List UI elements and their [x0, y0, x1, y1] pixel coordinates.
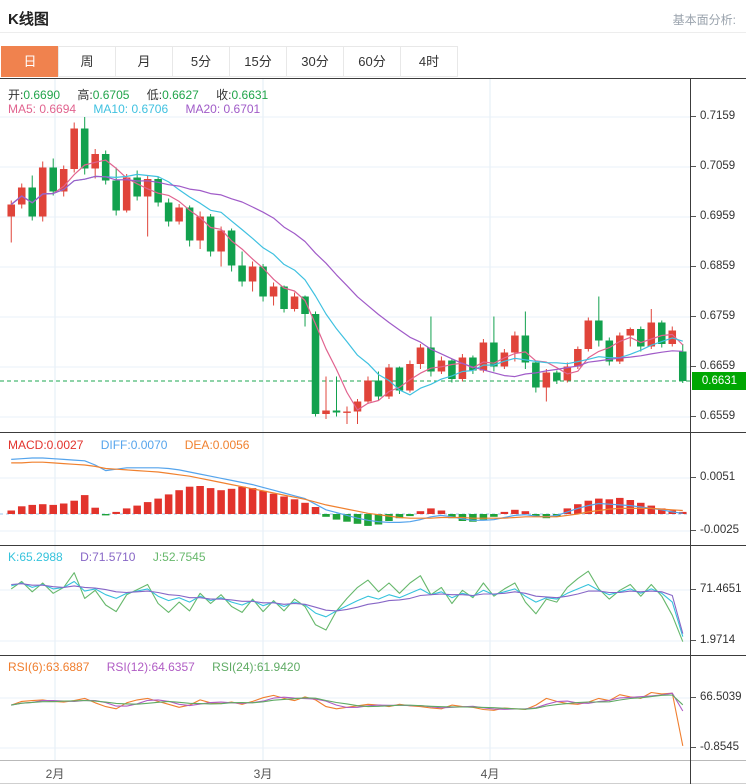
price-tick: 0.7059: [691, 159, 746, 173]
kdj-tick: 71.4651: [691, 582, 746, 596]
ohlc-legend: 开:0.6690 高:0.6705 低:0.6627 收:0.6631: [8, 86, 282, 103]
price-tick: 0.6559: [691, 409, 746, 423]
fundamental-analysis-link[interactable]: 基本面分析:: [673, 11, 736, 28]
dea-value: 0.0056: [212, 438, 250, 452]
price-tick: 0.6959: [691, 209, 746, 223]
d-value: 71.5710: [92, 550, 136, 564]
x-axis-separator: [0, 760, 746, 761]
ma20-label: MA20:: [185, 102, 221, 116]
price-tick: 0.7159: [691, 109, 746, 123]
macd-value: 0.0027: [46, 438, 84, 452]
ma10-value: 0.6706: [131, 102, 169, 116]
tab-month[interactable]: 月: [115, 46, 173, 77]
kdj-panel: [10, 570, 684, 642]
ma5-label: MA5:: [8, 102, 37, 116]
j-label: J:: [152, 550, 163, 564]
chart-area: 开:0.6690 高:0.6705 低:0.6627 收:0.6631 MA5:…: [0, 78, 746, 784]
kdj-legend: K:65.2988 D:71.5710 J:52.7545: [8, 550, 220, 564]
tab-day[interactable]: 日: [1, 46, 59, 77]
macd-legend: MACD:0.0027 DIFF:0.0070 DEA:0.0056: [8, 438, 263, 452]
rsi6-label: RSI(6):: [8, 660, 47, 674]
period-tabs: 日 周 月 5分 15分 30分 60分 4时: [1, 46, 458, 77]
dea-label: DEA:: [184, 438, 213, 452]
rsi-legend: RSI(6):63.6887 RSI(12):64.6357 RSI(24):6…: [8, 660, 314, 674]
tab-week[interactable]: 周: [58, 46, 116, 77]
tab-5min[interactable]: 5分: [172, 46, 230, 77]
tab-30min[interactable]: 30分: [286, 46, 344, 77]
k-line-chart-canvas[interactable]: [0, 78, 690, 760]
diff-value: 0.0070: [130, 438, 168, 452]
page-title: K线图: [8, 11, 49, 28]
ma20-value: 0.6701: [223, 102, 261, 116]
rsi12-value: 64.6357: [151, 660, 195, 674]
tab-15min[interactable]: 15分: [229, 46, 287, 77]
candlestick-panel: [0, 117, 690, 424]
diff-label: DIFF:: [100, 438, 131, 452]
current-price-badge: 0.6631: [692, 372, 746, 390]
y-axis-column: 0.7159 0.7059 0.6959 0.6859 0.6759 0.665…: [690, 78, 746, 784]
low-label: 低:: [146, 88, 163, 102]
header-divider: [0, 32, 746, 33]
month-label: 4月: [480, 767, 500, 781]
rsi-panel: [11, 691, 684, 747]
ma10-label: MA10:: [93, 102, 129, 116]
open-label: 开:: [8, 88, 24, 102]
high-label: 高:: [77, 88, 93, 102]
ma-legend: MA5: 0.6694 MA10: 0.6706 MA20: 0.6701: [8, 102, 274, 116]
k-label: K:: [8, 550, 20, 564]
d-label: D:: [80, 550, 93, 564]
macd-label: MACD:: [8, 438, 47, 452]
j-value: 52.7545: [162, 550, 206, 564]
price-tick: 0.6759: [691, 309, 746, 323]
low-value: 0.6627: [162, 88, 199, 102]
kdj-tick: 1.9714: [691, 633, 746, 647]
macd-panel-separator: [0, 432, 746, 433]
x-axis: 2月 3月 4月: [0, 760, 746, 784]
kline-app: K线图 基本面分析: 日 周 月 5分 15分 30分 60分 4时 开:0.6…: [0, 0, 746, 784]
month-label: 2月: [45, 767, 65, 781]
rsi-panel-separator: [0, 655, 746, 656]
tab-60min[interactable]: 60分: [343, 46, 401, 77]
macd-tick: 0.0051: [691, 470, 746, 484]
price-tick: 0.6859: [691, 259, 746, 273]
close-label: 收:: [216, 88, 232, 102]
rsi24-label: RSI(24):: [212, 660, 257, 674]
macd-tick: -0.0025: [691, 523, 746, 537]
ma5-value: 0.6694: [39, 102, 77, 116]
month-label: 3月: [253, 767, 273, 781]
kdj-panel-separator: [0, 545, 746, 546]
rsi6-value: 63.6887: [46, 660, 90, 674]
rsi-tick: 66.5039: [691, 690, 746, 704]
rsi-tick: -0.8545: [691, 740, 746, 754]
macd-panel: [0, 457, 690, 526]
tab-4hour[interactable]: 4时: [400, 46, 458, 77]
high-value: 0.6705: [92, 88, 130, 102]
rsi12-label: RSI(12):: [106, 660, 152, 674]
k-value: 65.2988: [19, 550, 63, 564]
price-tick: 0.6659: [691, 359, 746, 373]
rsi24-value: 61.9420: [256, 660, 301, 674]
open-value: 0.6690: [23, 88, 61, 102]
close-value: 0.6631: [231, 88, 269, 102]
y-axis-bottom-border: [690, 760, 691, 784]
chart-top-border: [0, 78, 746, 79]
